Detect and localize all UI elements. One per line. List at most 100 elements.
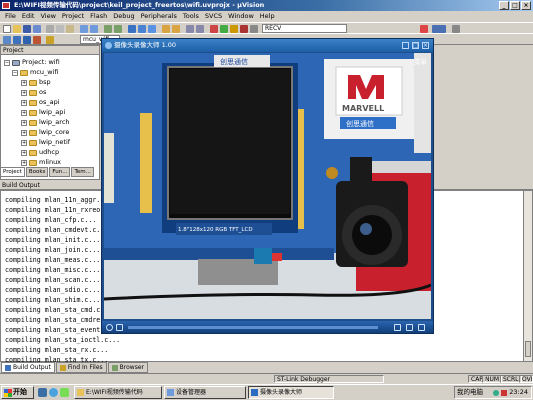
find-combo[interactable]: RECV — [262, 24, 347, 33]
collapse-icon[interactable]: − — [12, 69, 18, 76]
tree-folder[interactable]: + lwip_api — [21, 108, 65, 117]
tree-folder[interactable]: + lwip_core — [21, 128, 69, 137]
task-button-device-manager[interactable]: 设备管理器 — [164, 386, 246, 399]
next-bookmark-icon[interactable] — [148, 25, 156, 33]
menu-tools[interactable]: Tools — [180, 11, 202, 22]
menu-debug[interactable]: Debug — [110, 11, 137, 22]
sticker-top-label: 创思通信 — [220, 57, 248, 66]
task-button-camera[interactable]: 摄像头录像大师 — [248, 386, 334, 399]
tab-templates[interactable]: Tem... — [71, 167, 94, 177]
tab-books[interactable]: Books — [25, 167, 49, 177]
camera-title-bar[interactable]: 摄像头录像大师 1.00 _ □ × — [102, 39, 433, 52]
uncomment-icon[interactable] — [196, 25, 204, 33]
new-file-icon[interactable] — [3, 25, 11, 33]
tree-folder[interactable]: + udhcp — [21, 148, 59, 157]
open-folder-icon[interactable] — [13, 25, 21, 33]
maximize-icon[interactable]: □ — [412, 42, 419, 49]
minimize-icon[interactable]: _ — [402, 42, 409, 49]
tree-target[interactable]: − mcu_wifi — [12, 68, 59, 77]
progress-track[interactable] — [128, 326, 378, 329]
snapshot-button[interactable] — [394, 324, 401, 331]
expand-icon[interactable]: + — [21, 139, 27, 146]
expand-icon[interactable]: + — [21, 149, 27, 156]
expand-icon[interactable]: + — [21, 109, 27, 116]
expand-icon[interactable]: + — [21, 119, 27, 126]
close-icon[interactable]: × — [422, 42, 429, 49]
breakpoint-icon[interactable] — [240, 25, 248, 33]
prev-bookmark-icon[interactable] — [138, 25, 146, 33]
tree-folder[interactable]: + lwip_arch — [21, 118, 70, 127]
comment-icon[interactable] — [186, 25, 194, 33]
camera-menu-button[interactable]: 菜单 — [414, 56, 427, 66]
navigate-forward-icon[interactable] — [114, 25, 122, 33]
navigate-back-icon[interactable] — [104, 25, 112, 33]
pause-button[interactable] — [116, 324, 123, 331]
menu-help[interactable]: Help — [257, 11, 278, 22]
tab-project[interactable]: Project — [0, 167, 25, 177]
expand-icon[interactable]: + — [21, 79, 27, 86]
speaker-icon[interactable] — [501, 390, 507, 396]
quick-launch-app-icon[interactable] — [60, 388, 69, 397]
collapse-icon[interactable]: − — [4, 59, 10, 66]
menu-edit[interactable]: Edit — [19, 11, 38, 22]
settings-button[interactable] — [406, 324, 413, 331]
expand-icon[interactable]: + — [21, 89, 27, 96]
stop-build-icon[interactable] — [33, 36, 41, 44]
network-icon[interactable] — [493, 390, 499, 396]
incremental-find-icon[interactable] — [220, 25, 228, 33]
menu-window[interactable]: Window — [225, 11, 257, 22]
tab-browser[interactable]: Browser — [107, 362, 148, 373]
translate-icon[interactable] — [3, 36, 11, 44]
redo-icon[interactable] — [90, 25, 98, 33]
tree-folder[interactable]: + lwip_netif — [21, 138, 70, 147]
tab-functions[interactable]: Fun... — [49, 167, 71, 177]
start-button[interactable]: 开始 — [1, 386, 34, 399]
close-button[interactable]: × — [521, 1, 531, 10]
configure-icon[interactable] — [420, 25, 428, 33]
menu-peripherals[interactable]: Peripherals — [138, 11, 180, 22]
debug-session-icon[interactable] — [230, 25, 238, 33]
scrollbar-thumb[interactable] — [525, 341, 531, 357]
tab-find-in-files[interactable]: Find In Files — [55, 362, 107, 373]
download-icon[interactable] — [46, 36, 54, 44]
quick-launch-desktop-icon[interactable] — [38, 388, 47, 397]
tools-wrench-icon[interactable] — [452, 25, 460, 33]
indent-icon[interactable] — [162, 25, 170, 33]
menu-svcs[interactable]: SVCS — [202, 11, 225, 22]
maximize-button[interactable]: □ — [510, 1, 520, 10]
menu-flash[interactable]: Flash — [87, 11, 110, 22]
menu-view[interactable]: View — [37, 11, 58, 22]
tree-folder[interactable]: + os_api — [21, 98, 60, 107]
bookmark-icon[interactable] — [128, 25, 136, 33]
output-scrollbar[interactable] — [523, 191, 532, 361]
disable-breakpoint-icon[interactable] — [250, 25, 258, 33]
minimize-button[interactable]: _ — [499, 1, 509, 10]
rebuild-icon[interactable] — [23, 36, 31, 44]
expand-icon[interactable]: + — [21, 159, 27, 166]
tree-folder[interactable]: + bsp — [21, 78, 51, 87]
build-icon[interactable] — [13, 36, 21, 44]
task-button-keil[interactable]: E:\WIFI视频传输代码 — [74, 386, 162, 399]
paste-icon[interactable] — [66, 25, 74, 33]
undo-icon[interactable] — [80, 25, 88, 33]
tree-folder[interactable]: + os — [21, 88, 46, 97]
copy-icon[interactable] — [56, 25, 64, 33]
save-icon[interactable] — [23, 25, 31, 33]
tree-folder[interactable]: + mlinux — [21, 158, 61, 167]
cut-icon[interactable] — [46, 25, 54, 33]
menu-file[interactable]: File — [2, 11, 19, 22]
window-title-bar[interactable]: E:\WIFI视频传输代码\project\keil_project_freer… — [0, 0, 533, 11]
unindent-icon[interactable] — [172, 25, 180, 33]
expand-icon[interactable]: + — [21, 129, 27, 136]
camera-video-view[interactable]: 1.8"128x120 RGB TFT_LCD 创思通信 MARVELL 创思通… — [104, 53, 431, 319]
quick-launch-ie-icon[interactable] — [49, 388, 58, 397]
expand-icon[interactable]: + — [21, 99, 27, 106]
fullscreen-button[interactable] — [418, 324, 425, 331]
find-in-files-icon[interactable] — [210, 25, 218, 33]
tab-build-output[interactable]: Build Output — [1, 362, 55, 373]
window-layout-icon[interactable] — [432, 25, 446, 33]
save-all-icon[interactable] — [33, 25, 41, 33]
tree-root[interactable]: − Project: wifi — [4, 58, 60, 67]
record-button[interactable] — [106, 324, 113, 331]
menu-project[interactable]: Project — [59, 11, 87, 22]
